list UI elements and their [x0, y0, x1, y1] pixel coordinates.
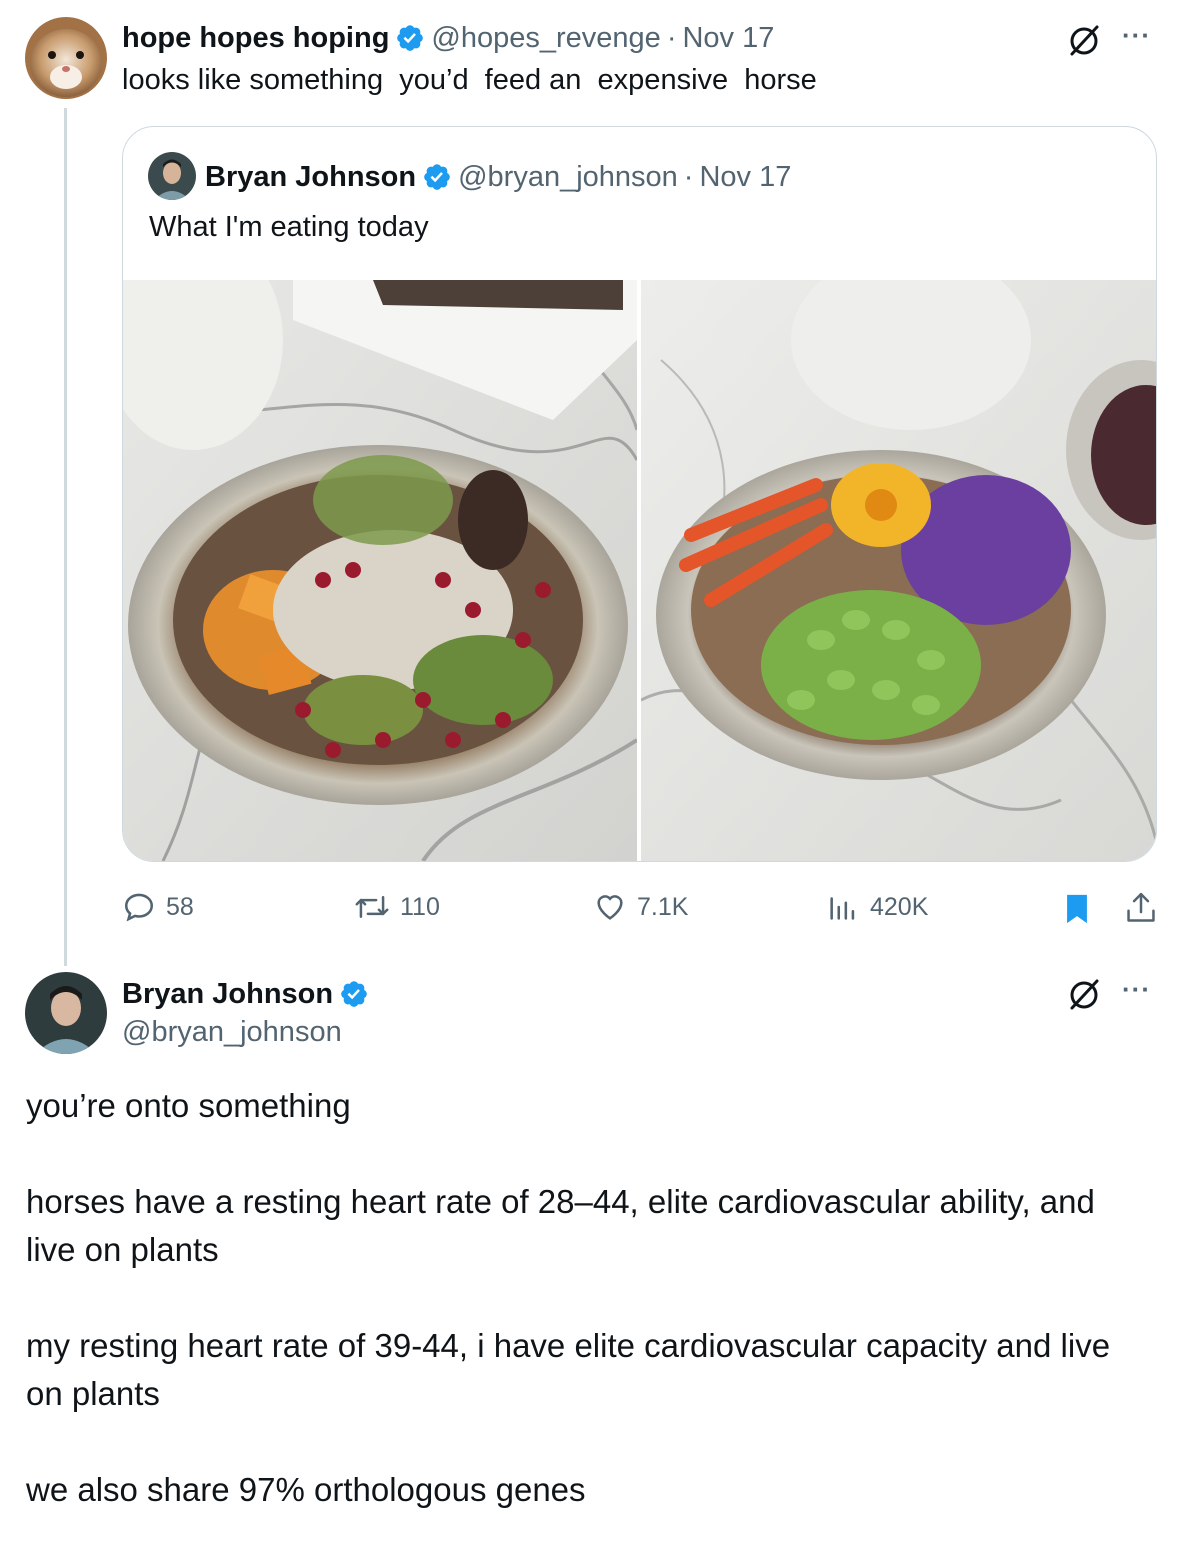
views-chart-icon: [830, 897, 855, 920]
bookmark-icon: [1067, 894, 1087, 924]
main-name-row: Bryan Johnson: [122, 974, 369, 1014]
grok-icon: [1070, 25, 1099, 56]
main-paragraph: we also share 97% orthologous genes: [26, 1471, 586, 1508]
verified-badge-icon: [424, 164, 450, 190]
heart-icon: [597, 895, 623, 920]
main-avatar[interactable]: [25, 972, 107, 1054]
reply-action[interactable]: 58: [122, 890, 194, 924]
main-paragraph: you’re onto something: [26, 1087, 351, 1124]
reply-more-button[interactable]: ···: [1122, 20, 1151, 51]
quoted-avatar[interactable]: [148, 152, 196, 200]
reply-avatar[interactable]: [25, 17, 107, 99]
reply-header: hope hopes hoping @hopes_revenge · Nov 1…: [122, 18, 774, 58]
grok-icon: [1070, 979, 1099, 1010]
reply-count: 58: [166, 892, 194, 921]
main-paragraph: my resting heart rate of 39-44, i have e…: [26, 1327, 1111, 1412]
person-avatar-icon: [25, 972, 107, 1054]
edamame-bowl-photo-icon: [641, 280, 1156, 861]
quoted-image-1[interactable]: [123, 280, 637, 861]
views-action[interactable]: 420K: [826, 890, 928, 924]
person-avatar-icon: [148, 152, 196, 200]
verified-badge-icon: [397, 25, 424, 51]
grok-icon-button[interactable]: [1066, 976, 1102, 1012]
quoted-separator: ·: [683, 160, 694, 193]
bookmark-button[interactable]: [1062, 892, 1092, 926]
share-button[interactable]: [1124, 890, 1158, 926]
quoted-header: Bryan Johnson @bryan_johnson · Nov 17: [205, 157, 791, 197]
reply-text: looks like something you’d feed an expen…: [122, 64, 817, 96]
quoted-handle[interactable]: @bryan_johnson: [458, 161, 678, 194]
reply-date[interactable]: Nov 17: [682, 22, 774, 55]
winter-bowl-photo-icon: [123, 280, 637, 861]
views-count: 420K: [870, 892, 929, 921]
main-display-name[interactable]: Bryan Johnson: [122, 978, 333, 1011]
repost-icon: [355, 896, 389, 918]
quoted-text: What I'm eating today: [149, 211, 429, 243]
quoted-display-name[interactable]: Bryan Johnson: [205, 161, 416, 194]
main-tweet-body: you’re onto something horses have a rest…: [26, 1082, 1146, 1514]
quoted-tweet-card[interactable]: Bryan Johnson @bryan_johnson · Nov 17 Wh…: [122, 126, 1157, 862]
quoted-image-2[interactable]: [641, 280, 1156, 861]
thread-line: [64, 108, 67, 966]
verified-badge-icon: [341, 981, 367, 1007]
like-action[interactable]: 7.1K: [593, 890, 688, 924]
repost-action[interactable]: 110: [354, 890, 440, 924]
like-count: 7.1K: [637, 892, 689, 921]
reply-display-name[interactable]: hope hopes hoping: [122, 22, 389, 55]
main-more-button[interactable]: ···: [1122, 974, 1151, 1005]
hamster-avatar-icon: [25, 17, 107, 99]
reply-handle[interactable]: @hopes_revenge: [431, 22, 660, 55]
main-handle[interactable]: @bryan_johnson: [122, 1016, 342, 1049]
grok-icon-button[interactable]: [1066, 22, 1102, 58]
repost-count: 110: [400, 892, 440, 921]
share-icon: [1127, 892, 1155, 922]
reply-separator: ·: [666, 21, 677, 54]
main-paragraph: horses have a resting heart rate of 28–4…: [26, 1183, 1095, 1268]
quoted-date[interactable]: Nov 17: [699, 161, 791, 194]
comment-icon: [124, 893, 154, 922]
